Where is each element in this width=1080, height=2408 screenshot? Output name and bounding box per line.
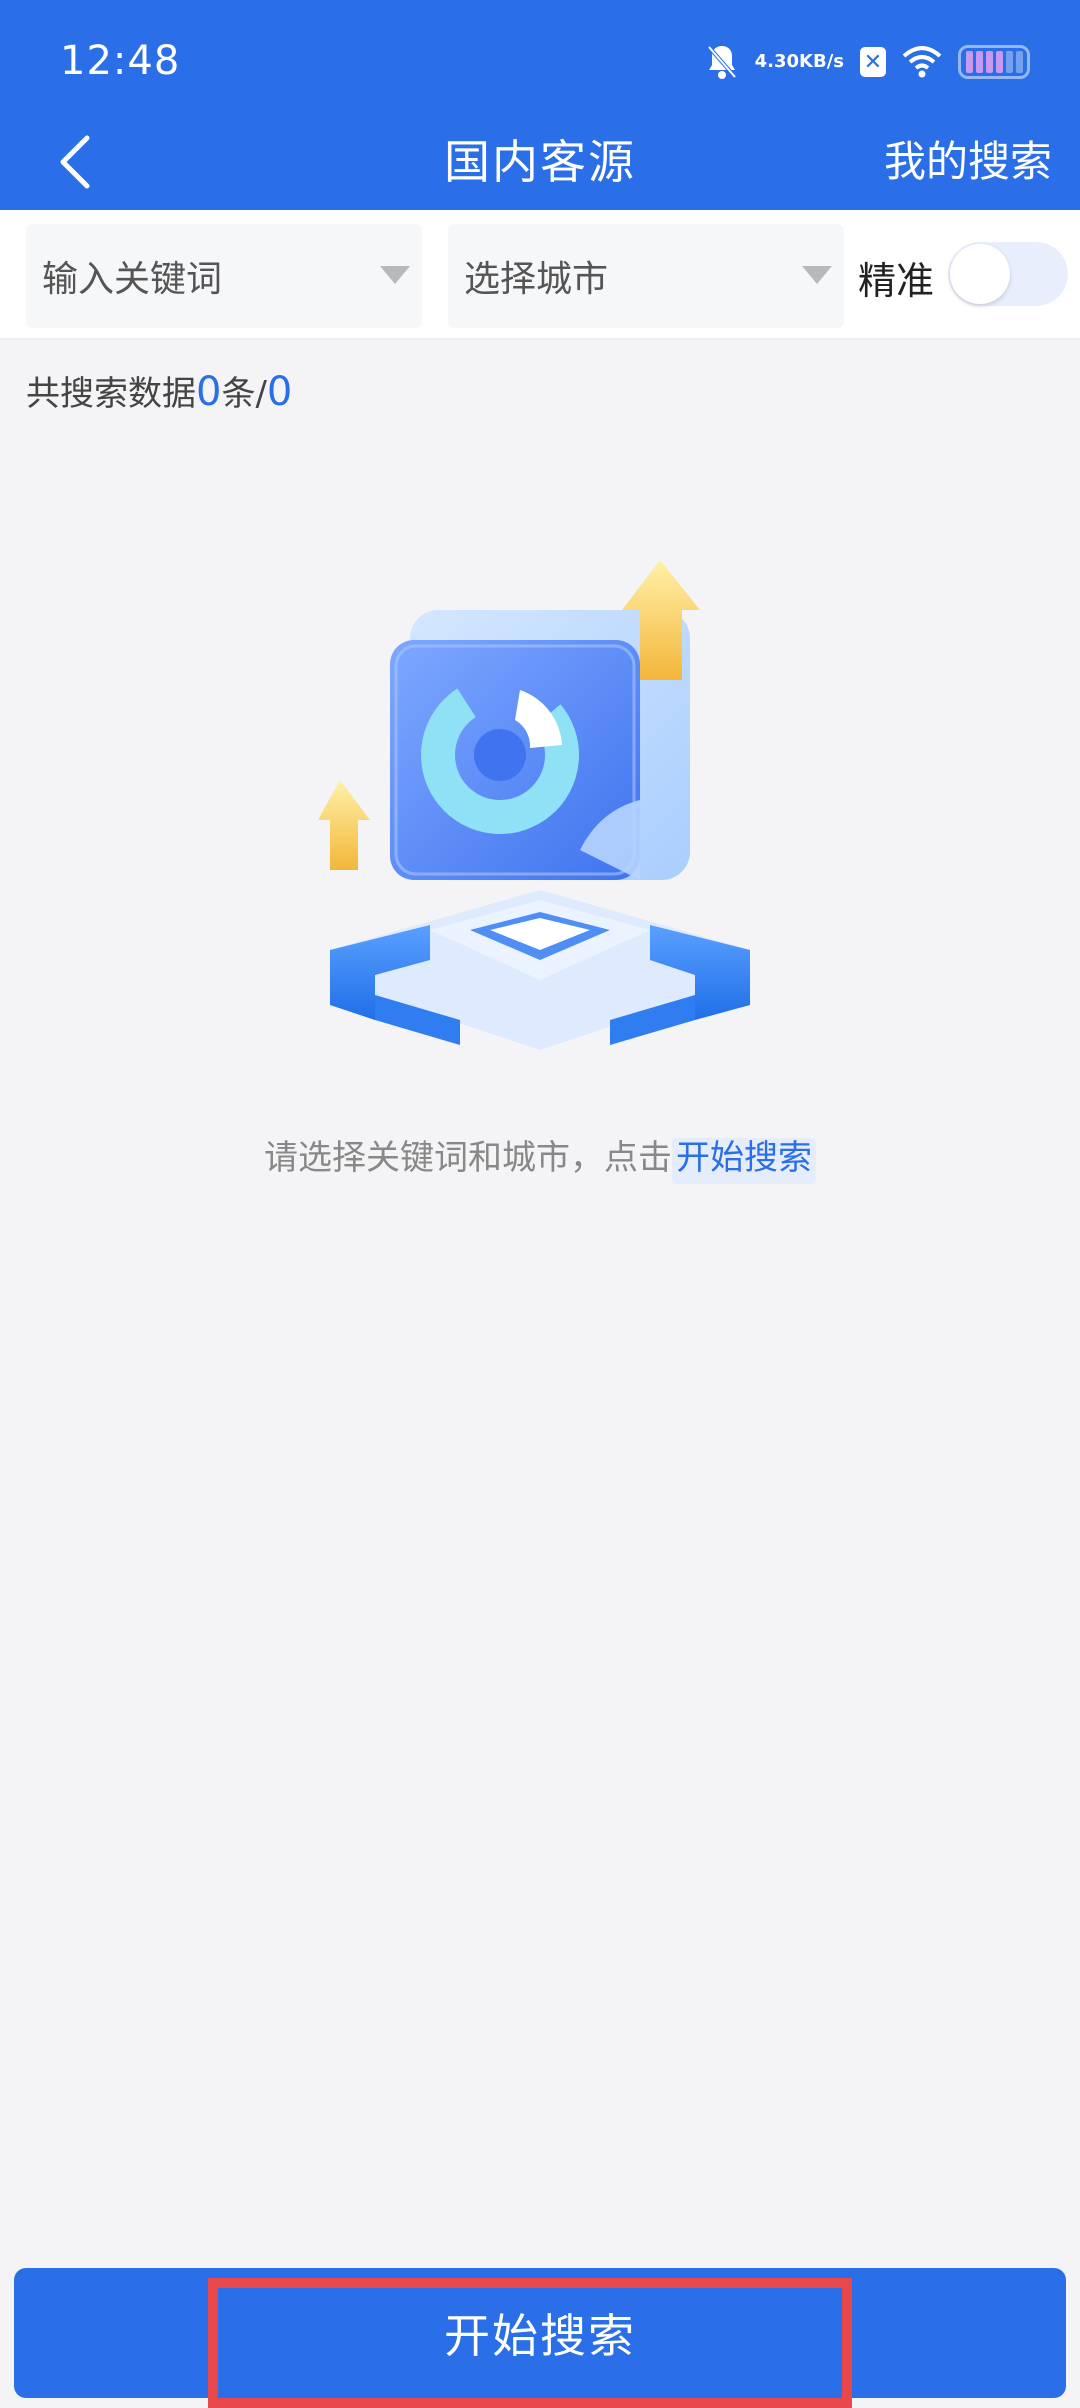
dropdown-caret-icon (380, 266, 410, 284)
nav-bar: 国内客源 我的搜索 (0, 120, 1080, 210)
net-speed: 4.30 KB/s (755, 53, 844, 71)
hint-start-search-link[interactable]: 开始搜索 (672, 1138, 816, 1184)
summary-total: 0 (266, 369, 293, 415)
keyword-placeholder: 输入关键词 (42, 259, 223, 300)
summary-count: 0 (196, 369, 222, 415)
net-speed-unit: KB/s (799, 51, 844, 72)
city-select[interactable]: 选择城市 (448, 224, 844, 328)
precise-toggle[interactable] (948, 242, 1068, 306)
keyword-select[interactable]: 输入关键词 (26, 224, 422, 328)
dropdown-caret-icon (802, 266, 832, 284)
start-search-button[interactable]: 开始搜索 (14, 2268, 1066, 2398)
status-bar: 12:48 4.30 KB/s ✕ (0, 0, 1080, 120)
battery-icon (958, 45, 1030, 79)
net-speed-value: 4.30 (754, 51, 800, 72)
app-header: 12:48 4.30 KB/s ✕ 国内客源 我的搜索 (0, 0, 1080, 210)
summary-unit: 条 (221, 374, 256, 414)
mute-bell-icon (705, 43, 739, 81)
summary-separator: / (255, 374, 267, 414)
search-summary: 共搜索数据 0 条 / 0 (26, 366, 292, 415)
empty-state-illustration (318, 560, 750, 1050)
status-icons: 4.30 KB/s ✕ (705, 38, 1030, 86)
x-app-icon: ✕ (860, 47, 886, 77)
city-placeholder: 选择城市 (464, 259, 609, 300)
empty-state-hint: 请选择关键词和城市，点击 开始搜索 (0, 1130, 1080, 1184)
status-time: 12:48 (60, 38, 181, 84)
precise-label: 精准 (858, 259, 935, 303)
filter-bar: 输入关键词 选择城市 精准 (0, 210, 1080, 340)
wifi-icon (902, 46, 942, 78)
toggle-knob (950, 244, 1010, 304)
hint-text: 请选择关键词和城市，点击 (264, 1138, 672, 1178)
my-search-link[interactable]: 我的搜索 (884, 128, 1052, 189)
summary-prefix: 共搜索数据 (26, 374, 196, 414)
